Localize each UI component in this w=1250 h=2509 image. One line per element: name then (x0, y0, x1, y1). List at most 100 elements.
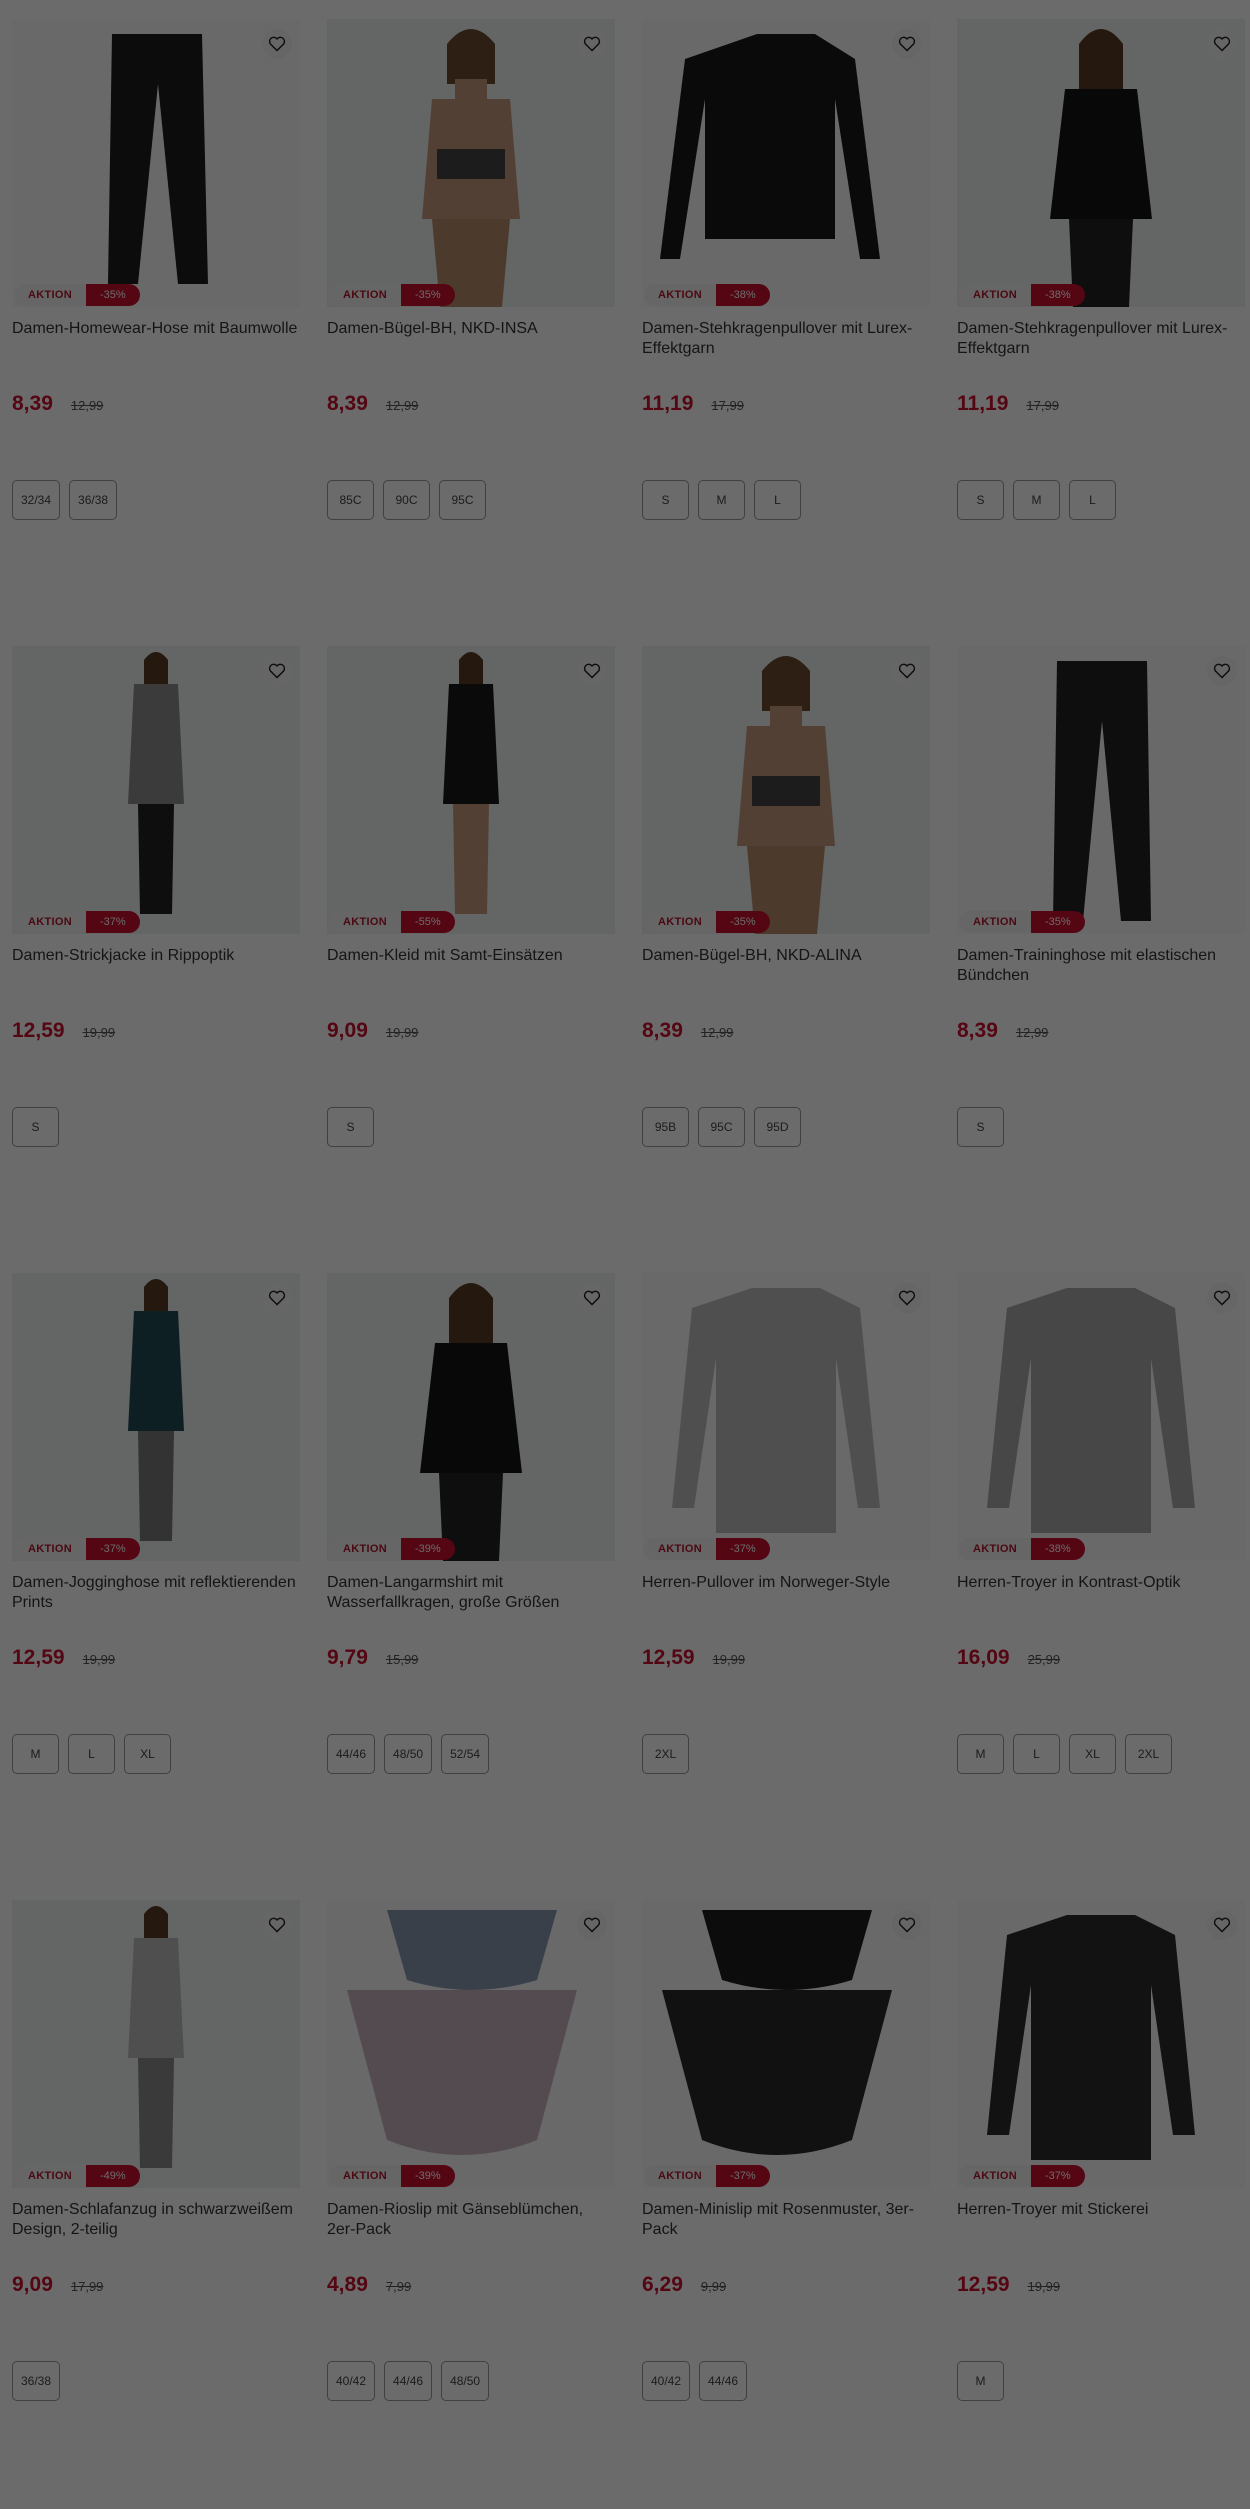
size-option[interactable]: 48/50 (441, 2361, 490, 2401)
size-option[interactable]: 95C (439, 480, 486, 520)
heart-icon[interactable] (577, 29, 607, 59)
product-title[interactable]: Herren-Troyer in Kontrast-Optik (957, 1573, 1245, 1613)
product-image[interactable]: AKTION -39% (327, 1273, 615, 1561)
heart-icon[interactable] (892, 29, 922, 59)
product-title[interactable]: Damen-Bügel-BH, NKD-ALINA (642, 946, 930, 986)
size-option[interactable]: 40/42 (642, 2361, 691, 2401)
size-option[interactable]: 2XL (1125, 1734, 1172, 1774)
product-title[interactable]: Damen-Minislip mit Rosenmuster, 3er-Pack (642, 2200, 930, 2240)
size-option[interactable]: 48/50 (384, 1734, 433, 1774)
heart-icon[interactable] (1207, 1910, 1237, 1940)
product-card[interactable]: AKTION -37% Damen-Strickjacke in Rippopt… (12, 646, 300, 1273)
size-option[interactable]: M (957, 1734, 1004, 1774)
product-card[interactable]: AKTION -49% Damen-Schlafanzug in schwarz… (12, 1900, 300, 2509)
product-card[interactable]: AKTION -39% Damen-Rioslip mit Gänseblümc… (327, 1900, 615, 2509)
product-card[interactable]: AKTION -38% Damen-Stehkragenpullover mit… (957, 19, 1245, 646)
product-card[interactable]: AKTION -38% Damen-Stehkragenpullover mit… (642, 19, 930, 646)
size-option[interactable]: 36/38 (12, 2361, 61, 2401)
product-image[interactable]: AKTION -37% (12, 1273, 300, 1561)
product-title[interactable]: Damen-Traininghose mit elastischen Bündc… (957, 946, 1245, 986)
product-card[interactable]: AKTION -35% Damen-Homewear-Hose mit Baum… (12, 19, 300, 646)
product-image[interactable]: AKTION -38% (957, 1273, 1245, 1561)
heart-icon[interactable] (262, 1910, 292, 1940)
heart-icon[interactable] (1207, 1283, 1237, 1313)
product-title[interactable]: Damen-Strickjacke in Rippoptik (12, 946, 300, 986)
size-option[interactable]: 95B (642, 1107, 689, 1147)
product-title[interactable]: Herren-Pullover im Norweger-Style (642, 1573, 930, 1613)
size-option[interactable]: 32/34 (12, 480, 61, 520)
product-image[interactable]: AKTION -55% (327, 646, 615, 934)
size-option[interactable]: S (957, 1107, 1004, 1147)
product-card[interactable]: AKTION -39% Damen-Langarmshirt mit Wasse… (327, 1273, 615, 1900)
size-option[interactable]: 95C (698, 1107, 745, 1147)
size-option[interactable]: 52/54 (441, 1734, 490, 1774)
size-options: M L XL 2XL (957, 1734, 1245, 1774)
size-option[interactable]: M (957, 2361, 1004, 2401)
size-option[interactable]: L (1013, 1734, 1060, 1774)
size-option[interactable]: XL (124, 1734, 171, 1774)
product-title[interactable]: Damen-Langarmshirt mit Wasserfallkragen,… (327, 1573, 615, 1613)
heart-icon[interactable] (1207, 29, 1237, 59)
size-option[interactable]: 44/46 (699, 2361, 748, 2401)
product-card[interactable]: AKTION -37% Herren-Troyer mit Stickerei … (957, 1900, 1245, 2509)
size-option[interactable]: XL (1069, 1734, 1116, 1774)
product-image[interactable]: AKTION -37% (642, 1900, 930, 2188)
heart-icon[interactable] (892, 1910, 922, 1940)
product-title[interactable]: Damen-Kleid mit Samt-Einsätzen (327, 946, 615, 986)
product-image[interactable]: AKTION -38% (957, 19, 1245, 307)
product-image[interactable]: AKTION -35% (957, 646, 1245, 934)
product-title[interactable]: Damen-Schlafanzug in schwarzweißem Desig… (12, 2200, 300, 2240)
heart-icon[interactable] (892, 1283, 922, 1313)
product-image[interactable]: AKTION -35% (12, 19, 300, 307)
product-card[interactable]: AKTION -37% Herren-Pullover im Norweger-… (642, 1273, 930, 1900)
product-image[interactable]: AKTION -39% (327, 1900, 615, 2188)
heart-icon[interactable] (1207, 656, 1237, 686)
product-card[interactable]: AKTION -35% Damen-Bügel-BH, NKD-INSA 8,3… (327, 19, 615, 646)
size-option[interactable]: 44/46 (327, 1734, 376, 1774)
product-title[interactable]: Damen-Jogginghose mit reflektierenden Pr… (12, 1573, 300, 1613)
heart-icon[interactable] (262, 29, 292, 59)
size-option[interactable]: 90C (383, 480, 430, 520)
product-image[interactable]: AKTION -38% (642, 19, 930, 307)
heart-icon[interactable] (262, 1283, 292, 1313)
size-option[interactable]: L (68, 1734, 115, 1774)
heart-icon[interactable] (892, 656, 922, 686)
size-option[interactable]: L (754, 480, 801, 520)
heart-icon[interactable] (262, 656, 292, 686)
size-option[interactable]: 44/46 (384, 2361, 433, 2401)
size-option[interactable]: 85C (327, 480, 374, 520)
product-card[interactable]: AKTION -37% Damen-Minislip mit Rosenmust… (642, 1900, 930, 2509)
product-card[interactable]: AKTION -35% Damen-Bügel-BH, NKD-ALINA 8,… (642, 646, 930, 1273)
size-option[interactable]: M (12, 1734, 59, 1774)
size-option[interactable]: M (1013, 480, 1060, 520)
product-title[interactable]: Herren-Troyer mit Stickerei (957, 2200, 1245, 2240)
product-card[interactable]: AKTION -37% Damen-Jogginghose mit reflek… (12, 1273, 300, 1900)
product-title[interactable]: Damen-Stehkragenpullover mit Lurex-Effek… (957, 319, 1245, 359)
product-image[interactable]: AKTION -37% (957, 1900, 1245, 2188)
heart-icon[interactable] (577, 1910, 607, 1940)
size-option[interactable]: L (1069, 480, 1116, 520)
size-option[interactable]: 2XL (642, 1734, 689, 1774)
product-image[interactable]: AKTION -49% (12, 1900, 300, 2188)
product-image[interactable]: AKTION -35% (327, 19, 615, 307)
size-option[interactable]: M (698, 480, 745, 520)
size-option[interactable]: S (642, 480, 689, 520)
product-card[interactable]: AKTION -35% Damen-Traininghose mit elast… (957, 646, 1245, 1273)
product-card[interactable]: AKTION -55% Damen-Kleid mit Samt-Einsätz… (327, 646, 615, 1273)
size-option[interactable]: S (327, 1107, 374, 1147)
heart-icon[interactable] (577, 1283, 607, 1313)
product-image[interactable]: AKTION -37% (12, 646, 300, 934)
product-title[interactable]: Damen-Rioslip mit Gänseblümchen, 2er-Pac… (327, 2200, 615, 2240)
heart-icon[interactable] (577, 656, 607, 686)
size-option[interactable]: 36/38 (69, 480, 118, 520)
product-title[interactable]: Damen-Bügel-BH, NKD-INSA (327, 319, 615, 359)
size-option[interactable]: S (12, 1107, 59, 1147)
size-option[interactable]: 95D (754, 1107, 801, 1147)
product-image[interactable]: AKTION -35% (642, 646, 930, 934)
product-title[interactable]: Damen-Homewear-Hose mit Baumwolle (12, 319, 300, 359)
product-title[interactable]: Damen-Stehkragenpullover mit Lurex-Effek… (642, 319, 930, 359)
product-card[interactable]: AKTION -38% Herren-Troyer in Kontrast-Op… (957, 1273, 1245, 1900)
size-option[interactable]: S (957, 480, 1004, 520)
size-option[interactable]: 40/42 (327, 2361, 376, 2401)
product-image[interactable]: AKTION -37% (642, 1273, 930, 1561)
